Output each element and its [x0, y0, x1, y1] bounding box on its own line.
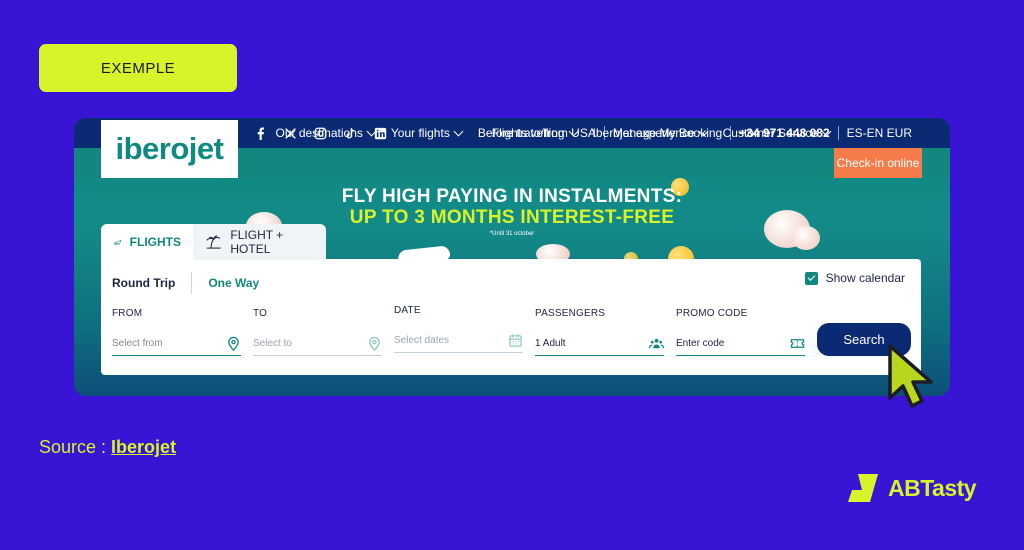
example-tag-label: EXEMPLE: [100, 59, 176, 77]
checkin-online-button[interactable]: Check-in online: [834, 148, 922, 178]
passengers-field: PASSENGERS 1 Adult: [535, 305, 664, 357]
to-field: TO Select to: [253, 305, 382, 357]
show-calendar-checkbox[interactable]: [804, 271, 818, 285]
source-credit: Source : Iberojet: [39, 437, 177, 457]
chevron-down-icon: [453, 126, 464, 136]
one-way-option[interactable]: One Way: [192, 276, 259, 290]
palm-tree-icon: [206, 235, 221, 249]
source-link[interactable]: Iberojet: [111, 437, 176, 457]
plane-icon: [113, 239, 122, 245]
iberojet-screenshot-frame: iberojet Flights to/from USA Manage My B…: [74, 118, 950, 396]
language-currency-selector[interactable]: ES-EN EUR: [837, 126, 920, 140]
people-icon: [648, 336, 664, 352]
nav-your-flights[interactable]: Your flights: [391, 126, 464, 140]
manage-booking-link[interactable]: Manage My Booking: [603, 126, 730, 140]
to-input[interactable]: Select to: [253, 332, 382, 356]
to-label: TO: [253, 308, 268, 319]
iberojet-logo[interactable]: iberojet: [101, 120, 238, 178]
passengers-label: PASSENGERS: [535, 308, 606, 319]
tab-flights[interactable]: FLIGHTS: [101, 224, 193, 260]
logo-text: iberojet: [115, 131, 224, 166]
date-label: DATE: [394, 305, 421, 316]
from-label: FROM: [112, 308, 143, 319]
round-trip-option[interactable]: Round Trip: [112, 272, 193, 294]
from-input[interactable]: Select from: [112, 332, 241, 356]
promo-code-field: PROMO CODE Enter code: [676, 305, 805, 357]
top-links: Flights to/from USA Manage My Booking +3…: [484, 118, 920, 148]
mouse-cursor-icon: [888, 344, 933, 408]
phone-link[interactable]: +34 971 448 082: [730, 126, 837, 140]
location-pin-icon: [225, 336, 241, 352]
facebook-icon[interactable]: [252, 125, 268, 141]
promo-code-input[interactable]: Enter code: [676, 332, 805, 356]
social-links: [252, 118, 388, 148]
trip-type-selector: Round Trip One Way: [112, 272, 259, 294]
calendar-icon: [507, 333, 523, 349]
search-panel: Round Trip One Way Show calendar FROM Se…: [101, 259, 921, 375]
date-input[interactable]: Select dates: [394, 329, 523, 353]
cloud-decoration: [792, 226, 820, 250]
show-calendar-toggle[interactable]: Show calendar: [804, 271, 905, 285]
tiktok-icon[interactable]: [342, 125, 358, 141]
date-field: DATE Select dates: [394, 302, 523, 354]
promo-code-label: PROMO CODE: [676, 308, 748, 319]
search-tabs: FLIGHTS FLIGHT + HOTEL: [101, 224, 326, 260]
abtasty-mark-icon: [848, 474, 878, 502]
x-icon[interactable]: [282, 125, 298, 141]
tab-flight-hotel[interactable]: FLIGHT + HOTEL: [193, 224, 326, 260]
linkedin-icon[interactable]: [372, 125, 388, 141]
promo-headline: FLY HIGH PAYING IN INSTALMENTS:: [341, 186, 683, 207]
instagram-icon[interactable]: [312, 125, 328, 141]
abtasty-wordmark: ABTasty: [888, 474, 977, 501]
example-tag: EXEMPLE: [39, 44, 237, 92]
flights-usa-link[interactable]: Flights to/from USA: [484, 126, 604, 140]
show-calendar-label: Show calendar: [825, 271, 905, 285]
from-field: FROM Select from: [112, 305, 241, 357]
passengers-input[interactable]: 1 Adult: [535, 332, 664, 356]
location-pin-icon: [366, 336, 382, 352]
abtasty-logo: ABTasty: [844, 472, 977, 504]
ticket-icon: [789, 336, 805, 352]
